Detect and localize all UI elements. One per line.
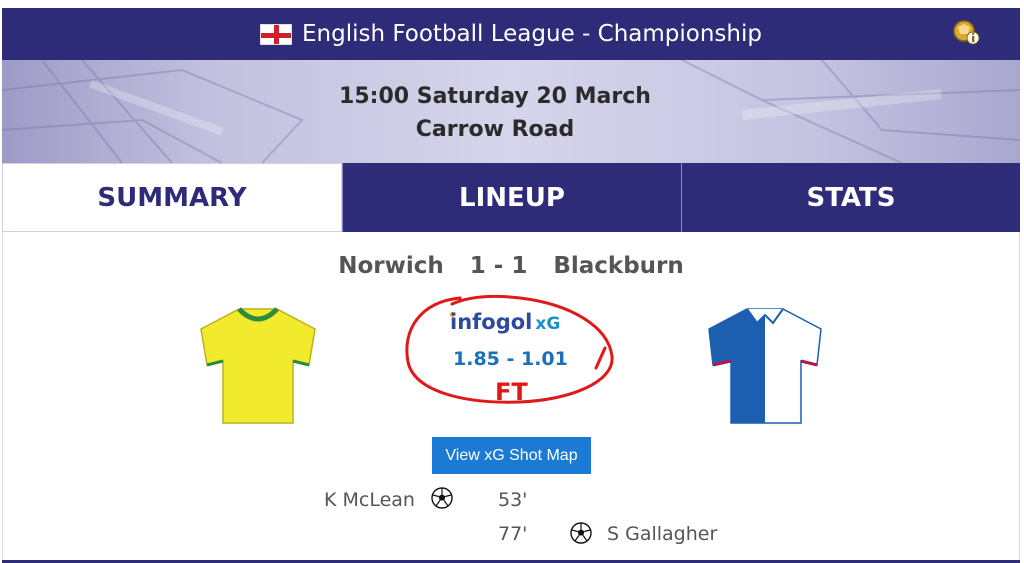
scoreline: Norwich 1 - 1 Blackburn bbox=[2, 253, 1020, 279]
stadium-banner: 15:00 Saturday 20 March Carrow Road bbox=[2, 60, 1020, 163]
away-team-name: Blackburn bbox=[553, 253, 684, 279]
away-goal-scorer: S Gallagher bbox=[607, 523, 718, 545]
score-result: 1 - 1 bbox=[469, 253, 528, 279]
infogol-xg-label: xG bbox=[535, 314, 561, 334]
home-team-name: Norwich bbox=[338, 253, 444, 279]
home-kit-icon bbox=[200, 307, 316, 424]
view-xg-shot-map-button[interactable]: View xG Shot Map bbox=[432, 437, 591, 474]
infogol-brand: infogol bbox=[450, 310, 533, 334]
infogol-xg-panel: infogol xG 1.85 - 1.01 FT bbox=[400, 290, 620, 410]
away-goal-minute: 77' bbox=[498, 523, 528, 545]
soccer-ball-icon bbox=[431, 487, 453, 509]
tab-lineup[interactable]: LINEUP bbox=[342, 163, 681, 232]
stadium-image bbox=[2, 60, 1020, 163]
kickoff-time: 15:00 Saturday 20 March bbox=[339, 84, 651, 109]
venue-name: Carrow Road bbox=[415, 117, 575, 142]
league-header: English Football League - Championship bbox=[2, 8, 1020, 60]
away-kit-icon bbox=[708, 308, 822, 424]
home-goal-scorer: K McLean bbox=[324, 489, 415, 511]
soccer-ball-icon bbox=[570, 522, 592, 544]
tab-bar: SUMMARY LINEUP STATS bbox=[2, 163, 1020, 232]
full-time-status: FT bbox=[495, 378, 528, 406]
tab-stats[interactable]: STATS bbox=[681, 163, 1020, 232]
infogol-logo: infogol xG bbox=[450, 310, 560, 334]
league-title: English Football League - Championship bbox=[302, 21, 762, 47]
xg-value: 1.85 - 1.01 bbox=[453, 348, 568, 370]
football-info-icon[interactable] bbox=[952, 19, 980, 47]
england-flag-icon bbox=[260, 23, 293, 45]
league-title-row: English Football League - Championship bbox=[2, 8, 1020, 60]
tab-summary[interactable]: SUMMARY bbox=[2, 163, 342, 232]
home-goal-minute: 53' bbox=[498, 489, 528, 511]
